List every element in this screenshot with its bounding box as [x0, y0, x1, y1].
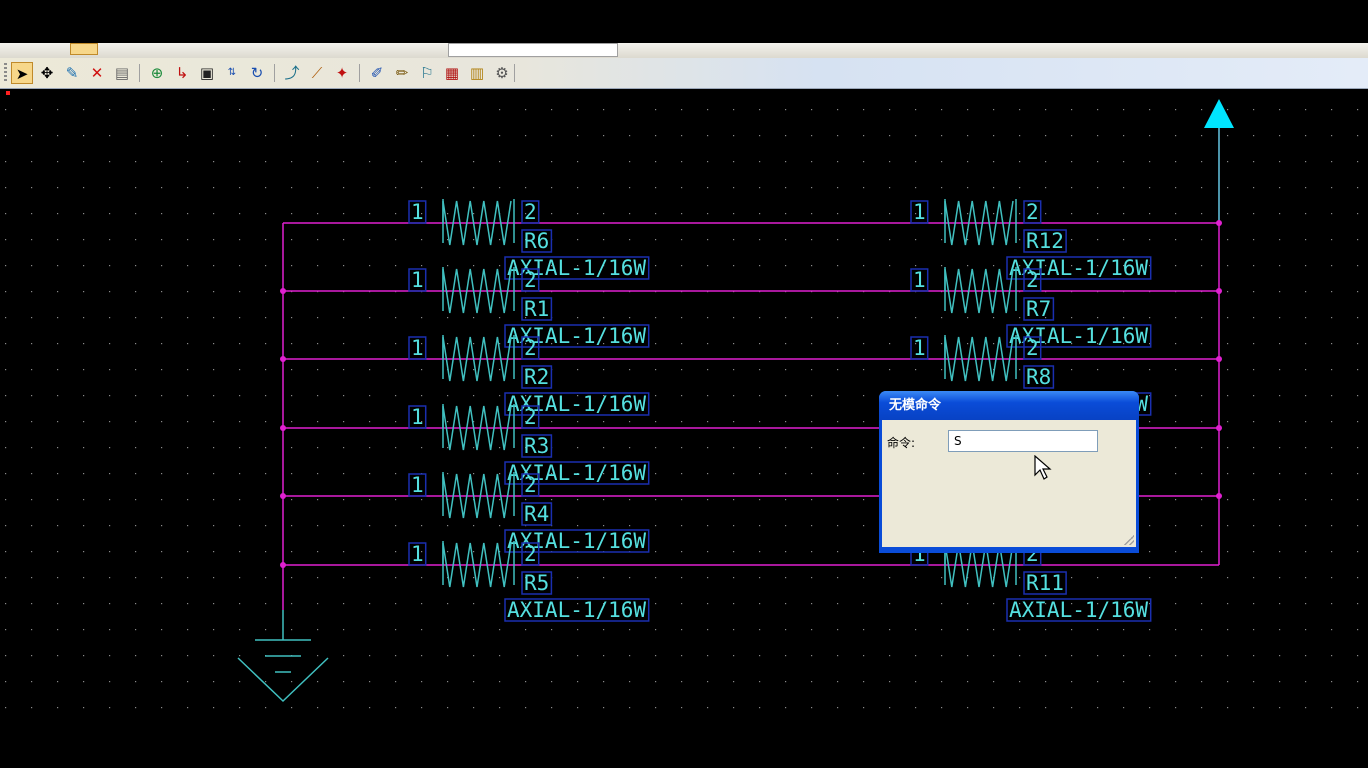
add-connection-icon[interactable]: ↳: [171, 62, 193, 84]
toolbar-separator: [359, 64, 360, 82]
refdes-label: R3: [524, 434, 549, 458]
toolbar-active-button[interactable]: [70, 43, 98, 55]
part-type-label: AXIAL-1/16W: [1009, 598, 1148, 622]
attribute-icon[interactable]: ⚐: [416, 62, 438, 84]
pin1-label: 1: [411, 200, 424, 224]
select-arrow-icon[interactable]: ➤: [11, 62, 33, 84]
pin1-label: 1: [913, 200, 926, 224]
command-label: 命令:: [887, 436, 916, 450]
swap-pin-icon[interactable]: ↻: [246, 62, 268, 84]
pencil-icon[interactable]: ✏: [391, 62, 413, 84]
mouse-cursor-icon: [1034, 455, 1052, 480]
add-corner-icon[interactable]: ⟋: [306, 62, 328, 84]
pin1-label: 1: [411, 473, 424, 497]
grid: [0, 89, 1368, 724]
report-icon[interactable]: ▦: [441, 62, 463, 84]
pin1-label: 1: [411, 405, 424, 429]
dialog-body: 命令:: [882, 420, 1136, 547]
part-type-label: AXIAL-1/16W: [507, 598, 646, 622]
pin2-label: 2: [524, 268, 537, 292]
dialog-title[interactable]: 无模命令: [879, 391, 1139, 420]
command-input[interactable]: [948, 430, 1098, 452]
pin2-label: 2: [1026, 336, 1039, 360]
browse-icon[interactable]: ▥: [466, 62, 488, 84]
upper-toolbar: [0, 43, 1368, 58]
move-icon[interactable]: ✥: [36, 62, 58, 84]
pin2-label: 2: [1026, 200, 1039, 224]
pin1-label: 1: [913, 336, 926, 360]
pin2-label: 2: [524, 542, 537, 566]
schematic-drawing[interactable]: 1 2R6AXIAL-1/16W1 2R1AXIAL-1/16W1 2R2AXIAL-…: [0, 89, 1368, 724]
library-icon[interactable]: ⚙: [491, 62, 513, 84]
pin1-label: 1: [411, 542, 424, 566]
schematic-canvas[interactable]: 1 2 R6 AXIAL-1/16W 1 2 R1 AXIAL-1/16W 1 2 R2 AXIAL-…: [0, 89, 1368, 724]
split-icon[interactable]: ⤴: [281, 62, 303, 84]
refdes-label: R11: [1026, 571, 1064, 595]
drag-icon[interactable]: ✎: [61, 62, 83, 84]
refdes-label: R7: [1026, 297, 1051, 321]
refdes-label: R5: [524, 571, 549, 595]
pin1-label: 1: [411, 336, 424, 360]
refdes-label: R4: [524, 502, 549, 526]
pin2-label: 2: [1026, 268, 1039, 292]
pin2-label: 2: [524, 336, 537, 360]
probe-icon[interactable]: ✐: [366, 62, 388, 84]
toolbar-separator: [139, 64, 140, 82]
resize-grip[interactable]: [1124, 535, 1134, 545]
pin1-label: 1: [913, 268, 926, 292]
delete-icon[interactable]: ✕: [86, 62, 108, 84]
properties-icon[interactable]: ▤: [111, 62, 133, 84]
swap-gate-icon[interactable]: ⇅: [221, 62, 243, 84]
modeless-command-dialog: 无模命令 命令:: [879, 391, 1139, 553]
add-node-icon[interactable]: ✦: [331, 62, 353, 84]
add-component-icon[interactable]: ⊕: [146, 62, 168, 84]
refdes-label: R12: [1026, 229, 1064, 253]
pin2-label: 2: [524, 200, 537, 224]
origin-marker: [6, 91, 10, 95]
toolbar-separator: [274, 64, 275, 82]
pin2-label: 2: [524, 473, 537, 497]
toolbar-combo-box[interactable]: [448, 43, 618, 57]
toolbar-separator: [514, 64, 515, 82]
pin1-label: 1: [411, 268, 424, 292]
refdes-label: R1: [524, 297, 549, 321]
pin2-label: 2: [524, 405, 537, 429]
add-bus-icon[interactable]: ▣: [196, 62, 218, 84]
toolbar-grip[interactable]: [4, 63, 7, 83]
refdes-label: R8: [1026, 365, 1051, 389]
refdes-label: R2: [524, 365, 549, 389]
refdes-label: R6: [524, 229, 549, 253]
main-toolbar: ➤ ✥ ✎ ✕ ▤ ⊕ ↳ ▣ ⇅ ↻ ⤴ ⟋ ✦ ✐ ✏ ⚐ ▦ ▥ ⚙: [0, 58, 1368, 89]
